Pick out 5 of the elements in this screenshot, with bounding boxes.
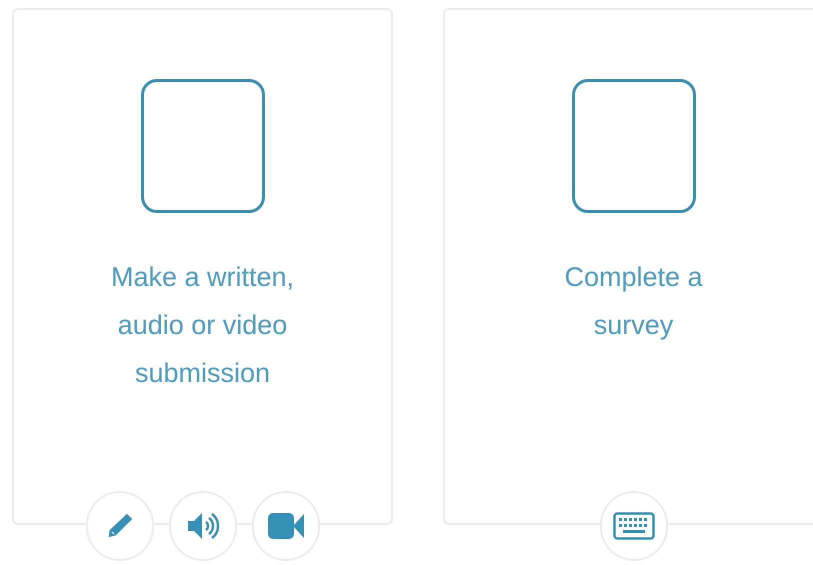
card-title: Make a written, audio or video submission (110, 261, 294, 390)
card-title: Complete a survey (564, 261, 703, 342)
video-camera-icon (266, 511, 304, 541)
keyboard-icon (612, 512, 654, 540)
speaker-icon (186, 511, 220, 541)
